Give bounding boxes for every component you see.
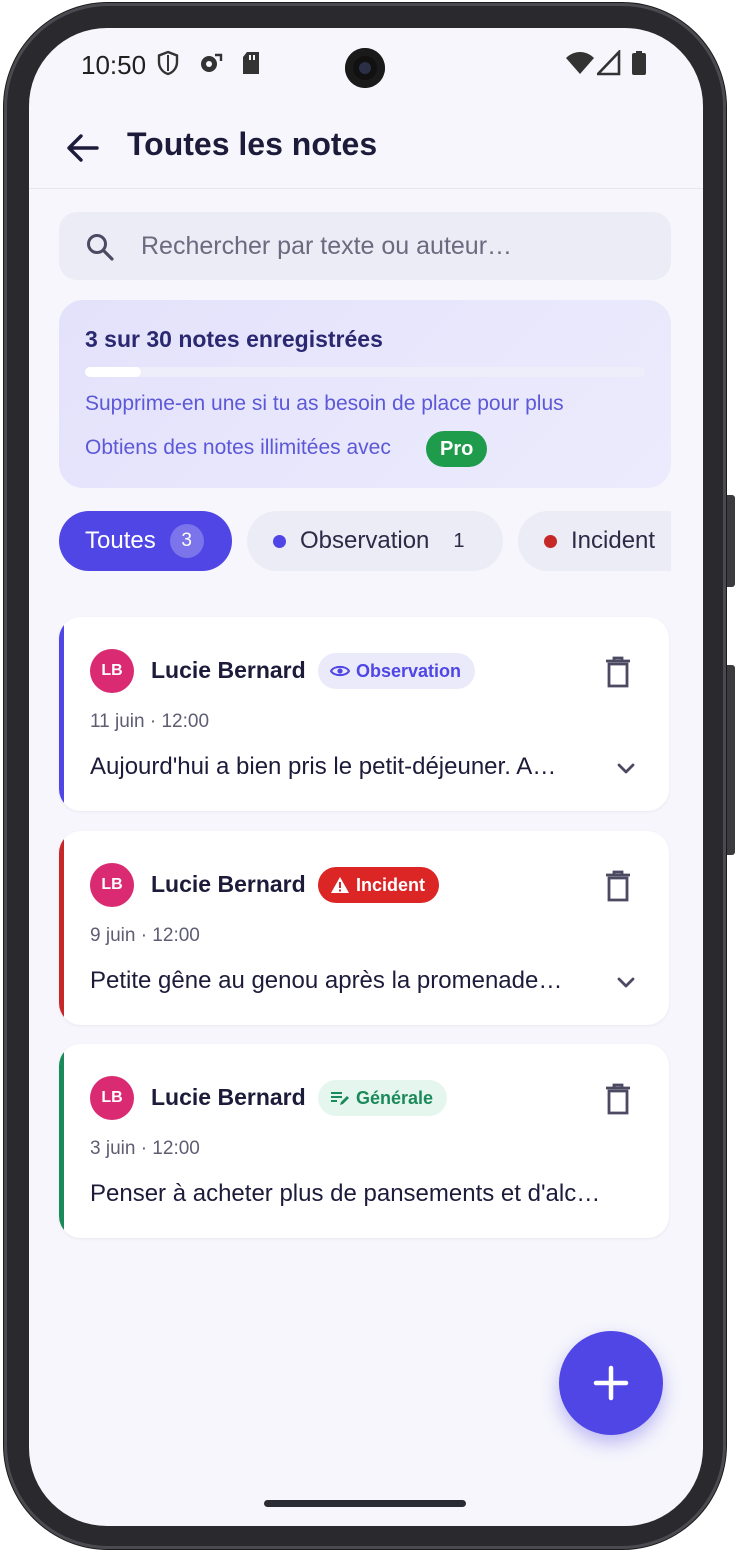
battery-icon bbox=[632, 51, 646, 75]
quota-card: 3 sur 30 notes enregistrées Supprime-en … bbox=[59, 300, 671, 488]
filter-chip-all[interactable]: Toutes 3 bbox=[59, 511, 232, 571]
search-input[interactable] bbox=[141, 212, 651, 280]
power-button bbox=[727, 665, 735, 855]
front-camera bbox=[345, 48, 385, 88]
filter-chip-label: Toutes bbox=[85, 527, 156, 554]
note-accent-bar bbox=[59, 617, 64, 811]
quota-title: 3 sur 30 notes enregistrées bbox=[85, 326, 383, 352]
note-author: Lucie Bernard bbox=[151, 871, 306, 897]
warning-icon bbox=[331, 877, 349, 893]
back-arrow-icon[interactable] bbox=[63, 128, 103, 168]
note-tag-incident: Incident bbox=[318, 867, 440, 903]
quota-message: Supprime-en une si tu as besoin de place… bbox=[85, 392, 564, 415]
status-time: 10:50 bbox=[81, 50, 147, 80]
note-tag-general: Générale bbox=[318, 1080, 448, 1116]
note-card[interactable]: LB Lucie Bernard Incident 9 juin · 12:00… bbox=[59, 831, 669, 1025]
plus-icon bbox=[593, 1365, 629, 1401]
note-author: Lucie Bernard bbox=[151, 1084, 306, 1110]
note-date: 11 juin · 12:00 bbox=[90, 711, 210, 732]
signal-icon bbox=[597, 50, 621, 76]
pro-upgrade-badge[interactable]: Pro bbox=[426, 431, 488, 467]
shield-icon bbox=[157, 50, 179, 76]
home-indicator[interactable] bbox=[264, 1500, 466, 1507]
note-date: 9 juin · 12:00 bbox=[90, 925, 200, 946]
phone-device: 10:50 Toutes les notes Rechercher par te… bbox=[0, 0, 735, 1553]
note-card[interactable]: LB Lucie Bernard Générale 3 juin · 12:00… bbox=[59, 1044, 669, 1238]
quota-progress-bar bbox=[85, 367, 645, 377]
wifi-icon bbox=[566, 52, 594, 74]
avatar: LB bbox=[90, 1076, 134, 1120]
edit-note-icon bbox=[331, 1092, 349, 1105]
note-tag-observation: Observation bbox=[318, 653, 476, 689]
filter-chip-label: Observation bbox=[300, 527, 430, 554]
add-note-button[interactable] bbox=[559, 1331, 663, 1435]
sd-card-icon bbox=[243, 52, 259, 74]
filter-chip-label: Incident bbox=[571, 527, 656, 554]
note-accent-bar bbox=[59, 1044, 64, 1238]
upgrade-text: Obtiens des notes illimitées avec bbox=[85, 436, 391, 459]
avatar: LB bbox=[90, 649, 134, 693]
quota-progress-fill bbox=[85, 367, 141, 377]
volume-button bbox=[727, 495, 735, 587]
trash-icon[interactable] bbox=[603, 1082, 633, 1116]
note-accent-bar bbox=[59, 831, 64, 1025]
filter-chip-count: 1 bbox=[453, 529, 465, 552]
filter-chips: Toutes 3 Observation 1 Incident bbox=[59, 511, 671, 573]
chevron-down-icon[interactable] bbox=[612, 755, 640, 783]
app-screen: 10:50 Toutes les notes Rechercher par te… bbox=[29, 28, 703, 1526]
sync-icon bbox=[201, 53, 223, 72]
note-date: 3 juin · 12:00 bbox=[90, 1138, 200, 1159]
note-tag-label: Observation bbox=[356, 660, 462, 681]
avatar: LB bbox=[90, 863, 134, 907]
filter-chip-observation[interactable]: Observation 1 bbox=[247, 511, 503, 571]
note-preview: Penser à acheter plus de pansements et d… bbox=[90, 1180, 601, 1207]
page-title: Toutes les notes bbox=[127, 126, 378, 162]
note-card[interactable]: LB Lucie Bernard Observation 11 juin · 1… bbox=[59, 617, 669, 811]
note-tag-label: Générale bbox=[356, 1087, 434, 1108]
eye-icon bbox=[330, 665, 350, 677]
trash-icon[interactable] bbox=[603, 655, 633, 689]
search-icon bbox=[87, 234, 114, 261]
search-bar[interactable] bbox=[59, 212, 671, 280]
filter-chip-count: 3 bbox=[169, 524, 204, 558]
trash-icon[interactable] bbox=[603, 869, 633, 903]
note-tag-label: Incident bbox=[356, 874, 426, 895]
filter-chip-incident[interactable]: Incident bbox=[518, 511, 671, 571]
incident-dot bbox=[544, 534, 557, 548]
app-header: Toutes les notes bbox=[29, 108, 703, 189]
note-author: Lucie Bernard bbox=[151, 657, 306, 683]
note-preview: Aujourd'hui a bien pris le petit-déjeune… bbox=[90, 753, 557, 780]
note-preview: Petite gêne au genou après la promenade… bbox=[90, 967, 563, 994]
observation-dot bbox=[273, 534, 286, 548]
chevron-down-icon[interactable] bbox=[612, 969, 640, 997]
